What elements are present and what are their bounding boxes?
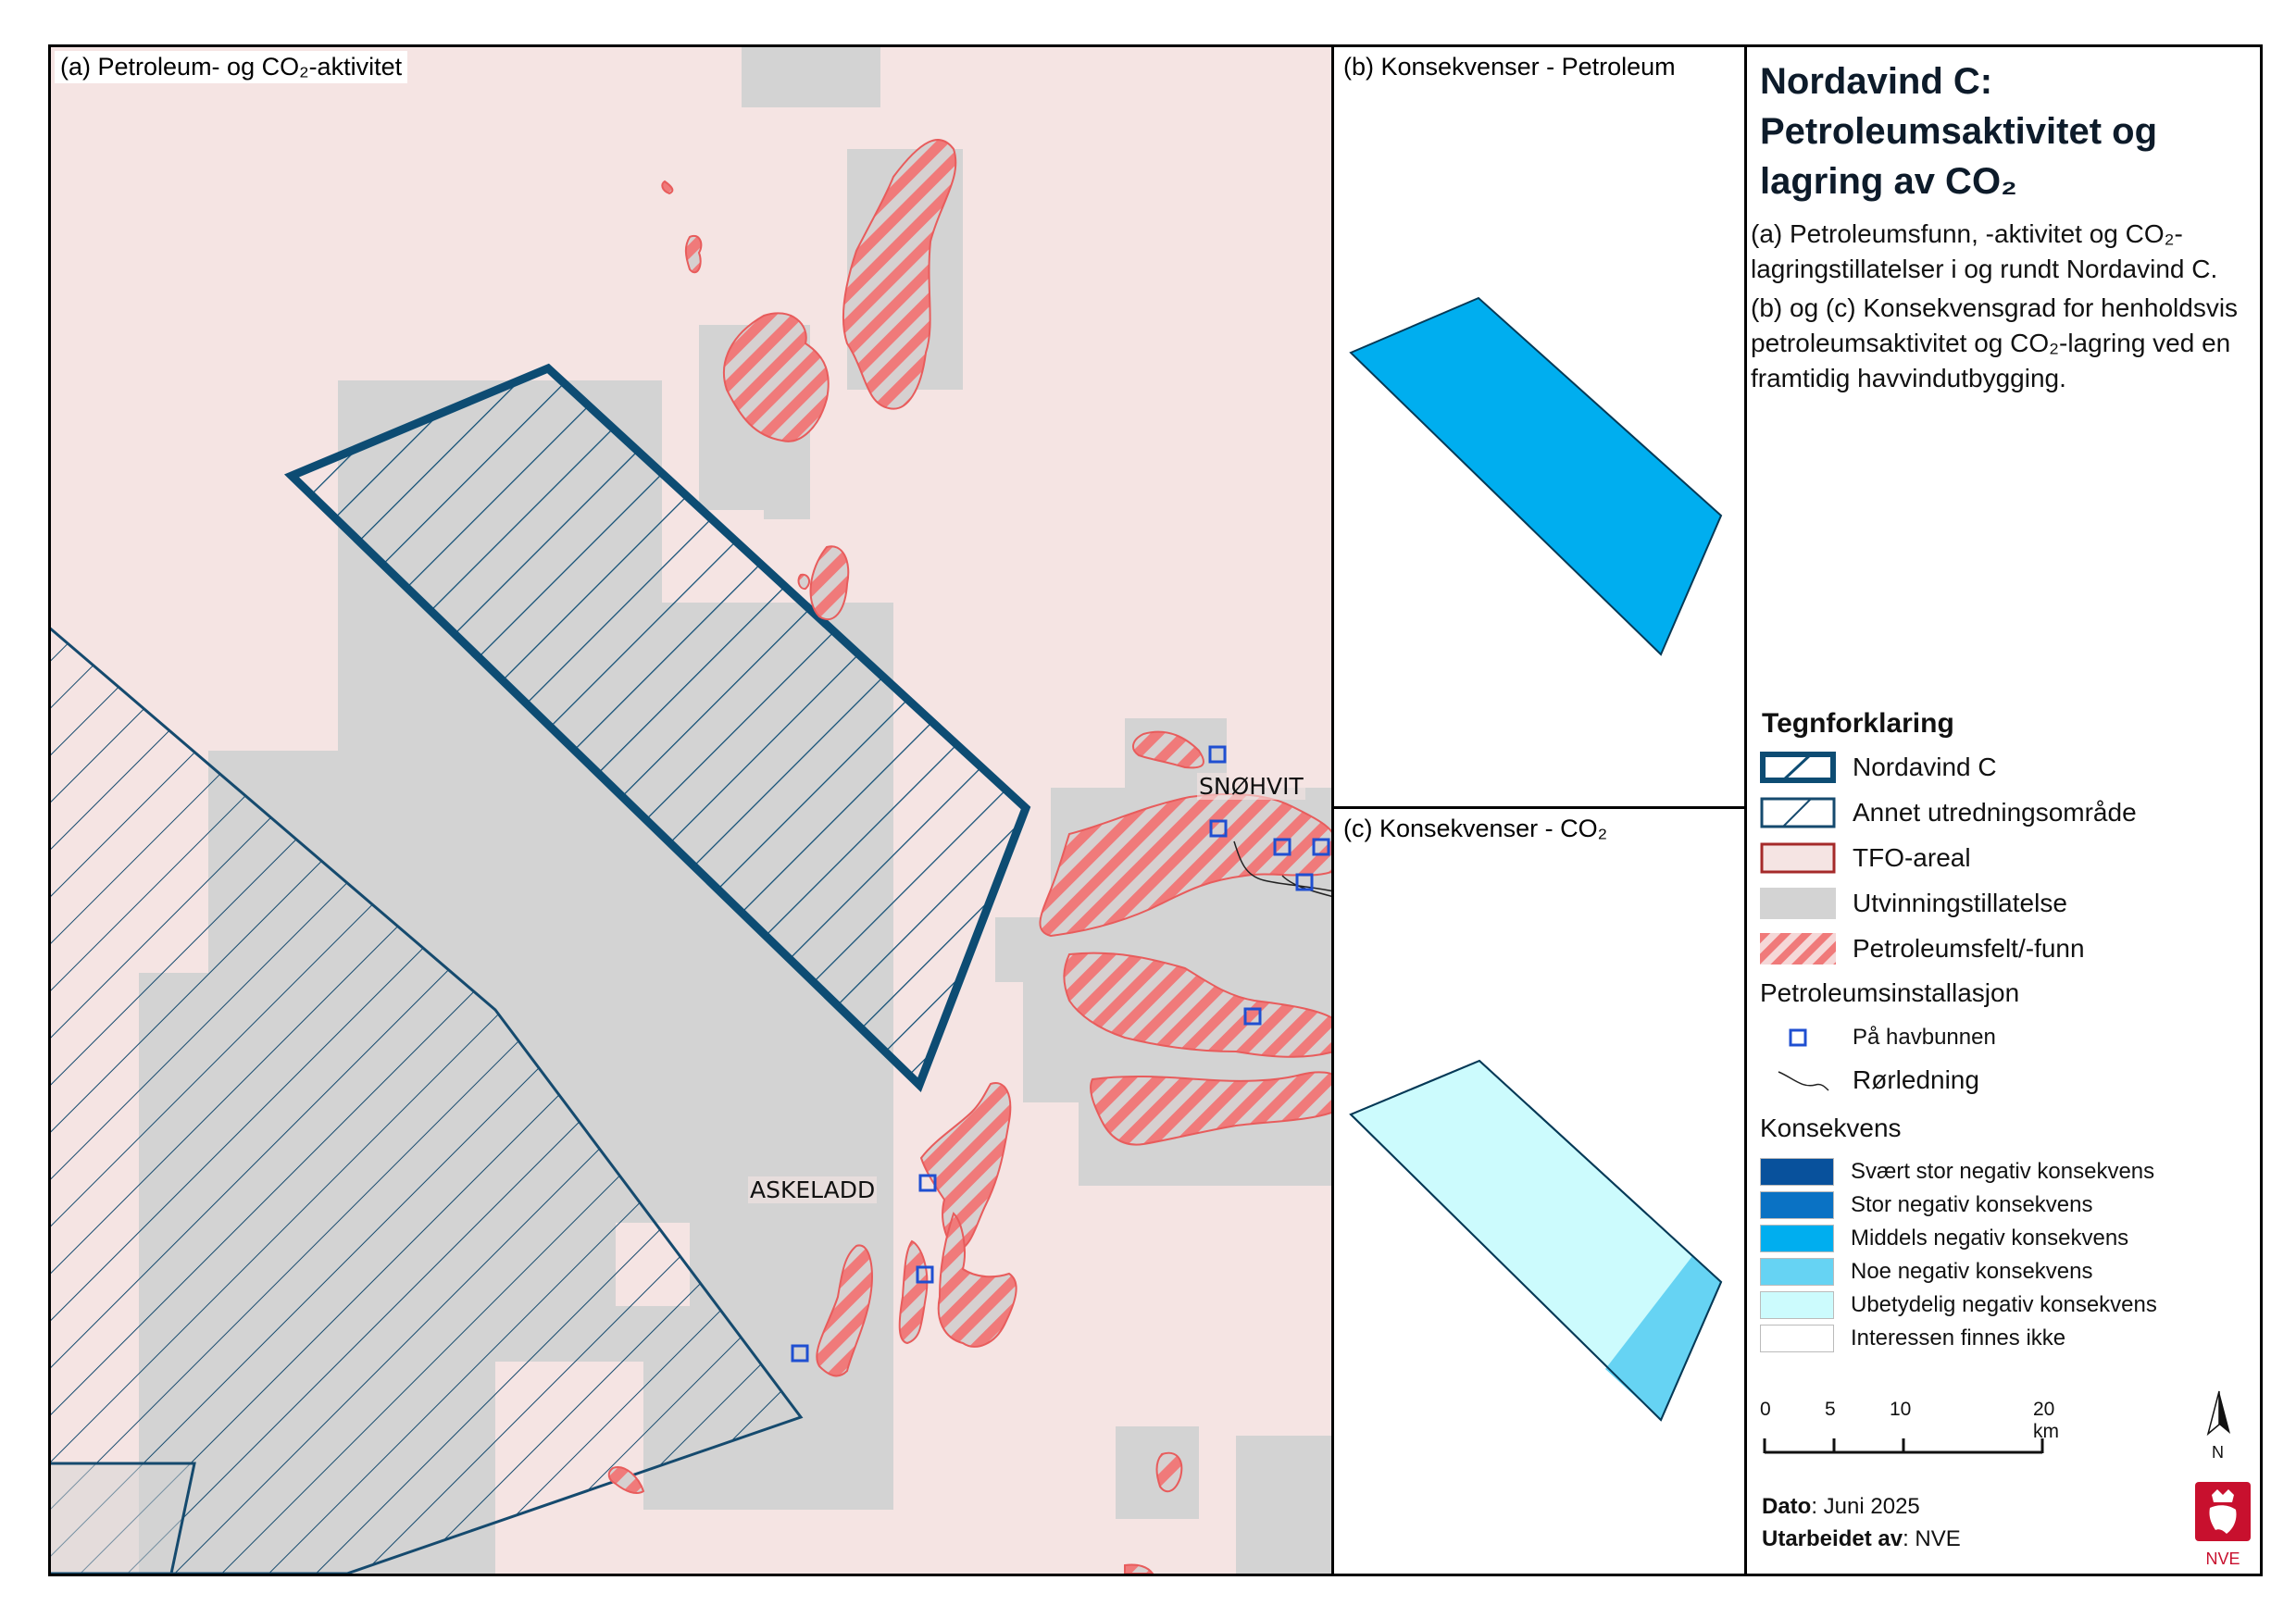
consequence-swatch [1760, 1225, 1834, 1252]
consequence-item: Svært stor negativ konsekvens [1760, 1156, 2154, 1188]
tfo-areal-symbol [1760, 842, 1836, 874]
panel-c-map: (c) Konsekvenser - CO₂ [1334, 809, 1747, 1574]
description-bc: (b) og (c) Konsekvensgrad for henholdsvi… [1751, 293, 2239, 392]
panel-b-label: (b) Konsekvenser - Petroleum [1338, 51, 1681, 83]
legend-heading: Tegnforklaring [1762, 708, 1954, 739]
other-study-area-edge [51, 1462, 196, 1574]
nordavind-c-symbol [1760, 752, 1836, 783]
consequence-item: Interessen finnes ikke [1760, 1323, 2065, 1354]
consequence-label: Interessen finnes ikke [1851, 1326, 2066, 1350]
utvinningstillatelse-symbol [1760, 888, 1836, 919]
consequence-label: Middels negativ konsekvens [1851, 1226, 2129, 1251]
consequence-item: Noe negativ konsekvens [1760, 1256, 2093, 1288]
askeladd-label: ASKELADD [748, 1176, 878, 1203]
pipeline-line-icon [1760, 1064, 1836, 1096]
panel-b-map: (b) Konsekvenser - Petroleum [1334, 47, 1747, 809]
consequence-petroleum-area [1349, 296, 1723, 656]
legend-panel: Nordavind C: Petroleumsaktivitet og lagr… [1747, 47, 2260, 1574]
description-a: (a) Petroleumsfunn, -aktivitet og CO₂-la… [1751, 219, 2218, 283]
consequence-label: Noe negativ konsekvens [1851, 1259, 2093, 1284]
consequence-swatch [1760, 1158, 1834, 1186]
consequence-swatch [1760, 1191, 1834, 1219]
panel-a-map: (a) Petroleum- og CO₂-aktivitet SNØHVIT … [51, 47, 1334, 1574]
consequence-item: Middels negativ konsekvens [1760, 1223, 2128, 1254]
map-title: Nordavind C: Petroleumsaktivitet og lagr… [1760, 61, 2158, 202]
annet-utredningsomrade-symbol [1760, 797, 1836, 828]
legend-item-subsea: På havbunnen [1760, 1021, 1996, 1054]
consequence-heading: Konsekvens [1760, 1114, 1902, 1142]
consequence-label: Svært stor negativ konsekvens [1851, 1159, 2155, 1184]
legend-item-nordavind-c: Nordavind C [1760, 751, 1997, 784]
author-text: Utarbeidet av: NVE [1762, 1526, 1961, 1551]
panel-b-svg [1349, 296, 1723, 656]
legend-item-utvinningstillatelse: Utvinningstillatelse [1760, 887, 2067, 920]
snohvit-label: SNØHVIT [1197, 773, 1305, 800]
consequence-label: Stor negativ konsekvens [1851, 1192, 2093, 1217]
north-arrow-icon: N [2201, 1389, 2238, 1463]
consequence-item: Stor negativ konsekvens [1760, 1189, 2092, 1221]
legend-item-pipeline: Rørledning [1760, 1064, 1979, 1097]
date-text: Dato: Juni 2025 [1762, 1494, 1920, 1519]
consequence-swatch [1760, 1258, 1834, 1286]
scale-bar-graphic [1763, 1438, 2044, 1454]
consequence-swatch [1760, 1325, 1834, 1352]
subsea-square-icon [1760, 1022, 1836, 1053]
nve-crest-icon [2195, 1482, 2251, 1541]
panel-c-label: (c) Konsekvenser - CO₂ [1338, 813, 1614, 845]
petroleumsfelt-symbol [1760, 933, 1836, 965]
legend-item-annet-utredningsomrade: Annet utredningsområde [1760, 796, 2137, 829]
consequence-label: Ubetydelig negativ konsekvens [1851, 1292, 2157, 1317]
legend-item-petroleumsfelt: Petroleumsfelt/-funn [1760, 932, 2085, 965]
panel-a-svg [51, 47, 1331, 1574]
consequence-item: Ubetydelig negativ konsekvens [1760, 1289, 2157, 1321]
panel-a-label: (a) Petroleum- og CO₂-aktivitet [55, 51, 408, 83]
panel-c-svg [1349, 1059, 1723, 1422]
nve-logo: NVE [2195, 1482, 2251, 1568]
installation-heading: Petroleumsinstallasjon [1760, 978, 2020, 1007]
consequence-swatch [1760, 1291, 1834, 1319]
legend-item-tfo-areal: TFO-areal [1760, 841, 1971, 875]
scale-bar: 0 5 10 20 km [1760, 1399, 2065, 1473]
